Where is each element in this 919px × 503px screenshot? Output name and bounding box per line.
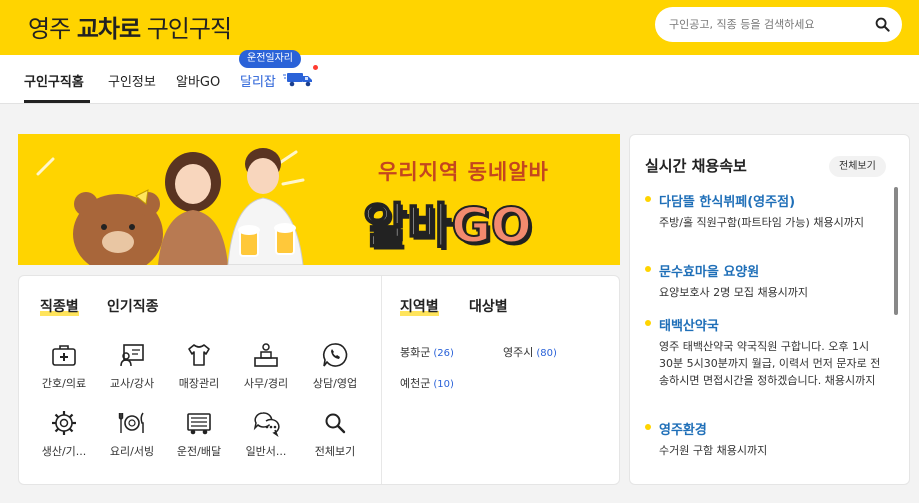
- delivery-truck-icon: [283, 73, 312, 87]
- job-title[interactable]: 문수효마을 요양원: [645, 261, 883, 280]
- job-description: 영주 태백산약국 약국직원 구합니다. 오후 1시30분 5시30분까지 월급,…: [659, 340, 881, 387]
- search-box: [655, 7, 902, 42]
- nav-albago[interactable]: 알바GO: [176, 71, 220, 90]
- job-item[interactable]: 다담뜰 한식뷔페(영주점) 주방/홀 직원구함(파트타임 가능) 채용시까지: [645, 191, 883, 231]
- banner-title-alba: 알바: [362, 197, 452, 255]
- job-title[interactable]: 영주환경: [645, 419, 883, 438]
- category-label: 운전/배달: [176, 445, 222, 458]
- gear-icon: [52, 411, 76, 435]
- office-desk-icon: [254, 343, 278, 367]
- region-count: (10): [433, 379, 454, 390]
- nav-dallijob[interactable]: 달리잡: [240, 71, 276, 90]
- tab-by-occupation[interactable]: 직종별: [40, 296, 79, 316]
- region-yecheon[interactable]: 예천군 (10): [400, 375, 454, 391]
- teacher-board-icon: [120, 344, 144, 367]
- main-nav: 구인구직홈 구인정보 알바GO 달리잡: [0, 55, 919, 104]
- category-office[interactable]: 사무/경리: [236, 341, 296, 391]
- category-label: 교사/강사: [109, 377, 155, 390]
- category-view-all[interactable]: 전체보기: [305, 409, 365, 459]
- logo-brand: 교차로: [76, 15, 141, 43]
- logo-region: 영주: [28, 15, 71, 43]
- region-name: 예천군: [400, 377, 431, 390]
- live-jobs-title: 실시간 채용속보: [645, 157, 747, 175]
- category-consulting[interactable]: 상담/영업: [305, 341, 365, 391]
- banner-subtitle: 우리지역 동네알바: [378, 160, 549, 184]
- job-item[interactable]: 영주환경 수거원 구함 채용시까지: [645, 419, 883, 459]
- job-description: 수거원 구함 채용시까지: [659, 444, 768, 457]
- logo-service: 구인구직: [146, 15, 232, 43]
- category-general-service[interactable]: 일반서...: [236, 409, 296, 459]
- category-label: 전체보기: [314, 445, 356, 458]
- region-name: 영주시: [503, 346, 534, 359]
- category-store[interactable]: 매장관리: [169, 341, 229, 391]
- job-title[interactable]: 태백산약국: [645, 315, 883, 334]
- active-tab-underline: [24, 100, 90, 103]
- category-label: 생산/기...: [41, 445, 87, 458]
- region-bonghwa[interactable]: 봉화군 (26): [400, 344, 454, 360]
- banner-title: 알바GO: [362, 186, 533, 256]
- driving-jobs-badge: 운전일자리: [239, 50, 301, 68]
- category-label: 상담/영업: [312, 377, 358, 390]
- category-cooking[interactable]: 요리/서빙: [102, 409, 162, 459]
- see-all-button[interactable]: 전체보기: [829, 156, 886, 177]
- job-title[interactable]: 다담뜰 한식뷔페(영주점): [645, 191, 883, 210]
- top-header: 영주 교차로 구인구직: [0, 0, 919, 55]
- banner-title-go: GO: [450, 197, 532, 255]
- job-description: 주방/홀 직원구함(파트타임 가능) 채용시까지: [659, 216, 864, 229]
- category-label: 매장관리: [178, 377, 220, 390]
- dish-cutlery-icon: [118, 412, 144, 433]
- job-description: 요양보호사 2명 모집 채용시까지: [659, 286, 809, 299]
- search-input[interactable]: [669, 15, 869, 33]
- region-yeongju[interactable]: 영주시 (80): [503, 344, 557, 360]
- nav-home[interactable]: 구인구직홈: [24, 71, 84, 90]
- card-divider: [381, 276, 382, 484]
- nav-job-info[interactable]: 구인정보: [108, 71, 156, 90]
- category-label: 일반서...: [245, 445, 287, 458]
- promo-banner[interactable]: 우리지역 동네알바 알바GO: [18, 134, 620, 265]
- delivery-truck-icon: [187, 413, 211, 435]
- tab-by-target[interactable]: 대상별: [469, 296, 508, 316]
- job-item[interactable]: 태백산약국 영주 태백산약국 약국직원 구합니다. 오후 1시30분 5시30분…: [645, 315, 883, 389]
- category-medical[interactable]: 간호/의료: [34, 341, 94, 391]
- category-label: 사무/경리: [243, 377, 289, 390]
- live-jobs-panel: 실시간 채용속보 전체보기 다담뜰 한식뷔페(영주점) 주방/홀 직원구함(파트…: [629, 134, 910, 485]
- site-logo[interactable]: 영주 교차로 구인구직: [28, 9, 232, 44]
- region-name: 봉화군: [400, 346, 431, 359]
- category-production[interactable]: 생산/기...: [34, 409, 94, 459]
- region-count: (26): [433, 348, 454, 359]
- category-label: 간호/의료: [41, 377, 87, 390]
- category-teacher[interactable]: 교사/강사: [102, 341, 162, 391]
- medical-kit-icon: [52, 345, 76, 366]
- job-category-card: 직종별 인기직종 간호/의료 교사/강사 매장관리 사무/경리 상담/영업 생산…: [18, 275, 620, 485]
- tab-popular-occupations[interactable]: 인기직종: [107, 296, 159, 316]
- shirt-icon: [188, 344, 210, 366]
- chat-bubbles-icon: [253, 412, 280, 437]
- job-item[interactable]: 문수효마을 요양원 요양보호사 2명 모집 채용시까지: [645, 261, 883, 301]
- category-label: 요리/서빙: [109, 445, 155, 458]
- scrollbar-thumb[interactable]: [894, 187, 898, 315]
- new-indicator-dot: [313, 65, 318, 70]
- tab-by-region[interactable]: 지역별: [400, 296, 439, 316]
- category-driving[interactable]: 운전/배달: [169, 409, 229, 459]
- search-icon: [325, 413, 346, 434]
- phone-bubble-icon: [323, 343, 348, 367]
- search-icon[interactable]: [875, 17, 890, 32]
- region-count: (80): [536, 348, 557, 359]
- banner-illustration: [36, 148, 305, 265]
